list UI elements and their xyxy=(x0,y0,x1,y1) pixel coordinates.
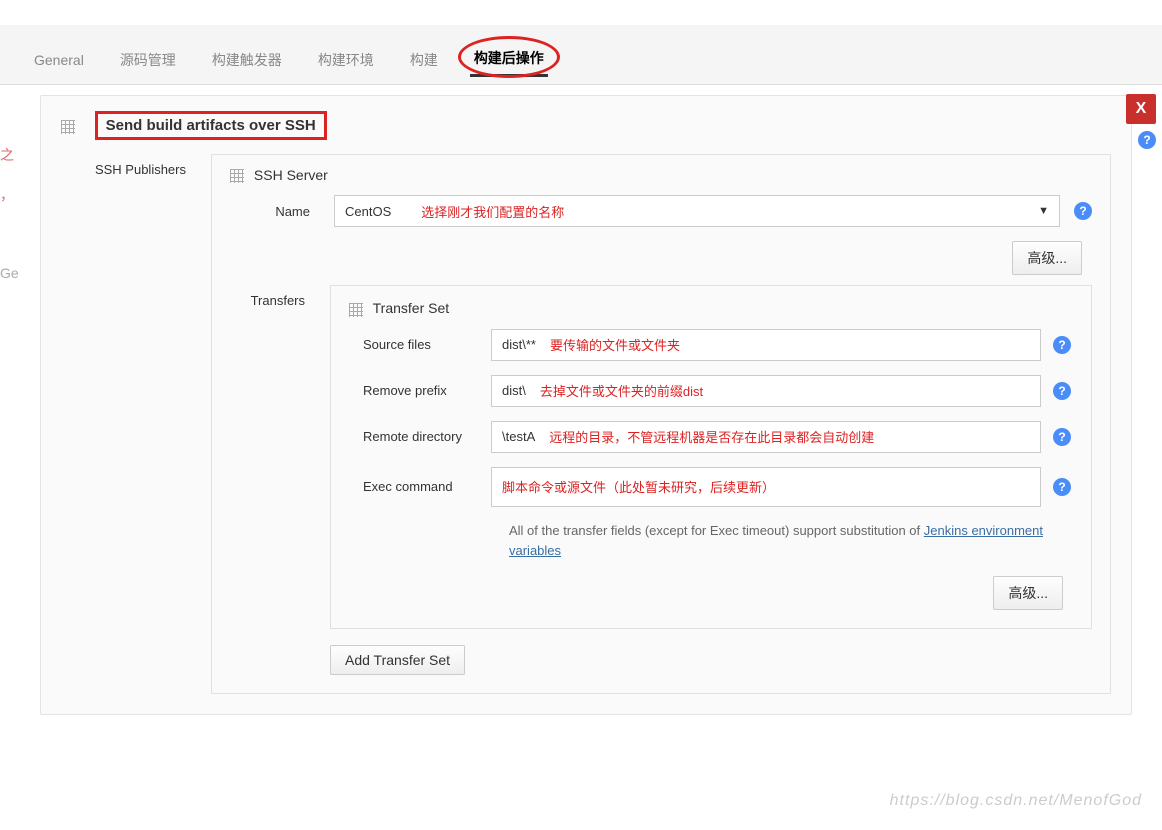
annotation: 要传输的文件或文件夹 xyxy=(550,335,680,354)
help-icon[interactable]: ? xyxy=(1053,382,1071,400)
remove-prefix-label: Remove prefix xyxy=(349,383,479,398)
input-value: dist\** xyxy=(502,337,536,352)
post-build-panel: X ? Send build artifacts over SSH SSH Pu… xyxy=(40,95,1132,715)
input-value: dist\ xyxy=(502,383,526,398)
help-icon[interactable]: ? xyxy=(1053,478,1071,496)
tab-triggers[interactable]: 构建触发器 xyxy=(208,44,286,76)
tab-scm[interactable]: 源码管理 xyxy=(116,44,180,76)
tab-environment[interactable]: 构建环境 xyxy=(314,44,378,76)
drag-handle-icon[interactable] xyxy=(61,120,75,134)
help-icon[interactable]: ? xyxy=(1138,131,1156,149)
transfers-label: Transfers xyxy=(230,285,330,675)
help-icon[interactable]: ? xyxy=(1053,428,1071,446)
ssh-server-header: SSH Server xyxy=(254,167,328,183)
advanced-button[interactable]: 高级... xyxy=(1012,241,1082,275)
annotation: 去掉文件或文件夹的前缀dist xyxy=(540,381,703,400)
cropped-text: 之 ， Ge xyxy=(0,145,19,281)
transfer-set-header: Transfer Set xyxy=(373,300,450,316)
annotation: 脚本命令或源文件（此处暂未研究，后续更新） xyxy=(502,477,775,496)
source-files-input[interactable]: dist\** 要传输的文件或文件夹 xyxy=(491,329,1041,361)
help-icon[interactable]: ? xyxy=(1074,202,1092,220)
add-transfer-set-button[interactable]: Add Transfer Set xyxy=(330,645,465,675)
annotation: 选择刚才我们配置的名称 xyxy=(421,202,564,221)
remote-dir-input[interactable]: \testA 远程的目录，不管远程机器是否存在此目录都会自动创建 xyxy=(491,421,1041,453)
chevron-down-icon: ▼ xyxy=(1038,205,1049,217)
tab-post-build[interactable]: 构建后操作 xyxy=(470,42,548,77)
exec-command-input[interactable]: 脚本命令或源文件（此处暂未研究，后续更新） xyxy=(491,467,1041,507)
transfer-advanced-button[interactable]: 高级... xyxy=(993,576,1063,610)
remove-prefix-input[interactable]: dist\ 去掉文件或文件夹的前缀dist xyxy=(491,375,1041,407)
ssh-server-box: SSH Server Name CentOS 选择刚才我们配置的名称 ▼ ? 高… xyxy=(211,154,1111,694)
config-tabs: General 源码管理 构建触发器 构建环境 构建 构建后操作 xyxy=(0,25,1162,85)
help-icon[interactable]: ? xyxy=(1053,336,1071,354)
drag-handle-icon[interactable] xyxy=(349,303,363,317)
source-files-label: Source files xyxy=(349,337,479,352)
input-value: \testA xyxy=(502,429,535,444)
transfer-set-box: Transfer Set Source files dist\** 要传输的文件… xyxy=(330,285,1092,629)
remote-dir-label: Remote directory xyxy=(349,429,479,444)
hint-text: All of the transfer fields (except for E… xyxy=(349,521,1073,563)
exec-command-label: Exec command xyxy=(349,479,479,494)
tab-general[interactable]: General xyxy=(30,46,88,74)
close-button[interactable]: X xyxy=(1126,94,1156,124)
drag-handle-icon[interactable] xyxy=(230,169,244,183)
panel-title: Send build artifacts over SSH xyxy=(95,111,327,140)
select-value: CentOS xyxy=(345,204,391,219)
watermark: https://blog.csdn.net/MenofGod xyxy=(890,792,1142,810)
ssh-publishers-label: SSH Publishers xyxy=(61,154,211,694)
name-label: Name xyxy=(230,204,320,219)
annotation: 远程的目录，不管远程机器是否存在此目录都会自动创建 xyxy=(549,427,874,446)
server-name-select[interactable]: CentOS 选择刚才我们配置的名称 ▼ xyxy=(334,195,1060,227)
tab-build[interactable]: 构建 xyxy=(406,44,442,76)
